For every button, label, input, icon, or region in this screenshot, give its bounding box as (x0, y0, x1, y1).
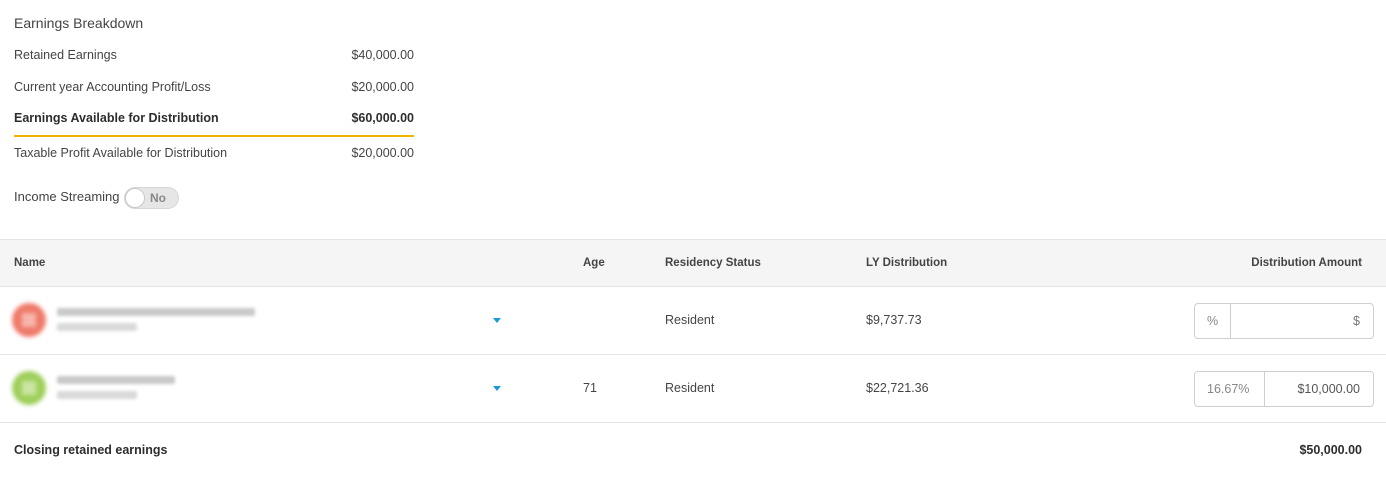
redacted-subtext (57, 391, 137, 399)
avatar (12, 303, 46, 337)
toggle-state-label: No (150, 191, 166, 205)
taxable-profit-value: $20,000.00 (351, 146, 414, 160)
amount-input[interactable]: $ (1353, 304, 1360, 338)
current-year-profit-row: Current year Accounting Profit/Loss $20,… (14, 80, 414, 100)
amount-input[interactable]: $10,000.00 (1297, 372, 1360, 406)
current-year-profit-value: $20,000.00 (351, 80, 414, 94)
earnings-available-row: Earnings Available for Distribution $60,… (14, 111, 414, 131)
header-age: Age (583, 257, 605, 269)
redacted-subtext (57, 323, 137, 331)
header-distribution-amount: Distribution Amount (1251, 257, 1362, 269)
age-value: 71 (583, 381, 597, 395)
retained-earnings-label: Retained Earnings (14, 48, 117, 62)
retained-earnings-row: Retained Earnings $40,000.00 (14, 48, 414, 68)
header-name: Name (14, 257, 46, 269)
current-year-profit-label: Current year Accounting Profit/Loss (14, 80, 211, 94)
table-header: Name Age Residency Status LY Distributio… (0, 239, 1386, 287)
redacted-name (57, 308, 255, 316)
earnings-available-label: Earnings Available for Distribution (14, 111, 219, 125)
income-streaming-toggle[interactable]: No (124, 187, 179, 209)
percent-input[interactable]: % (1195, 304, 1231, 338)
avatar (12, 371, 46, 405)
closing-retained-earnings-value: $50,000.00 (1299, 443, 1362, 457)
header-ly-distribution: LY Distribution (866, 257, 948, 269)
table-row: 71 Resident $22,721.36 16.67% $10,000.00 (0, 355, 1386, 423)
toggle-knob (125, 188, 145, 208)
retained-earnings-value: $40,000.00 (351, 48, 414, 62)
chevron-down-icon[interactable] (493, 386, 501, 391)
distribution-amount-input-group: 16.67% $10,000.00 (1194, 371, 1374, 407)
income-streaming-label: Income Streaming (14, 189, 120, 204)
percent-input[interactable]: 16.67% (1195, 372, 1265, 406)
closing-retained-earnings-label: Closing retained earnings (14, 443, 168, 457)
chevron-down-icon[interactable] (493, 318, 501, 323)
earnings-divider (14, 135, 414, 137)
distribution-amount-input-group: % $ (1194, 303, 1374, 339)
residency-value: Resident (665, 313, 715, 327)
ly-distribution-value: $22,721.36 (866, 381, 929, 395)
redacted-name (57, 376, 175, 384)
ly-distribution-value: $9,737.73 (866, 313, 922, 327)
earnings-available-value: $60,000.00 (351, 111, 414, 125)
table-row: Resident $9,737.73 % $ (0, 287, 1386, 355)
residency-value: Resident (665, 381, 715, 395)
header-residency-status: Residency Status (665, 257, 761, 269)
closing-retained-earnings: Closing retained earnings $50,000.00 (0, 437, 1386, 465)
taxable-profit-label: Taxable Profit Available for Distributio… (14, 146, 228, 160)
taxable-profit-row: Taxable Profit Available for Distributio… (14, 146, 414, 166)
earnings-breakdown-title: Earnings Breakdown (14, 15, 144, 31)
